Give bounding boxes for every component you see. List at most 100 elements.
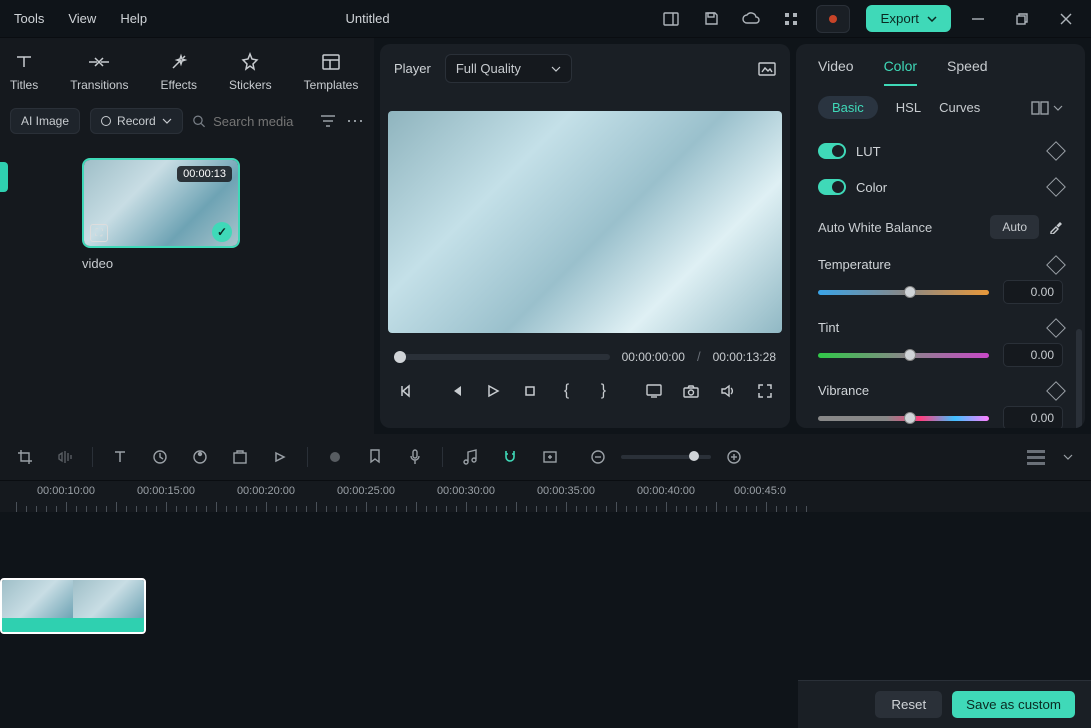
tab-titles[interactable]: Titles (10, 50, 38, 92)
ruler-label: 00:00:35:00 (537, 485, 595, 497)
vibrance-label: Vibrance (818, 383, 869, 398)
marker-tool[interactable] (362, 444, 388, 470)
subtab-hsl[interactable]: HSL (896, 100, 921, 115)
tint-slider[interactable] (818, 353, 989, 358)
close-button[interactable] (1049, 4, 1083, 34)
vibrance-value[interactable]: 0.00 (1003, 406, 1063, 428)
color-tool[interactable] (187, 444, 213, 470)
display-icon[interactable] (643, 378, 666, 404)
scrub-bar[interactable] (394, 354, 610, 360)
ruler-label: 00:00:40:00 (637, 485, 695, 497)
step-back-button[interactable] (445, 378, 468, 404)
temperature-label: Temperature (818, 257, 891, 272)
recording-indicator[interactable] (816, 5, 850, 33)
more-tools[interactable] (267, 444, 293, 470)
lut-reset-icon[interactable] (1046, 141, 1066, 161)
magnet-tool[interactable] (497, 444, 523, 470)
ruler-label: 00:00:30:00 (437, 485, 495, 497)
zoom-out[interactable] (585, 444, 611, 470)
mic-tool[interactable] (402, 444, 428, 470)
filter-icon[interactable] (320, 114, 336, 128)
lut-toggle[interactable] (818, 143, 846, 159)
mark-out-button[interactable]: } (592, 378, 615, 404)
more-icon[interactable]: ⋯ (346, 111, 364, 132)
temperature-reset-icon[interactable] (1046, 255, 1066, 275)
vibrance-reset-icon[interactable] (1046, 381, 1066, 401)
tab-templates[interactable]: Templates (304, 50, 359, 92)
record-button[interactable]: Record (90, 108, 183, 134)
media-name: video (82, 256, 364, 271)
awb-label: Auto White Balance (818, 220, 932, 235)
mark-in-button[interactable]: { (555, 378, 578, 404)
maximize-button[interactable] (1005, 4, 1039, 34)
crop-tool[interactable] (12, 444, 38, 470)
color-toggle[interactable] (818, 179, 846, 195)
frame-tool[interactable] (537, 444, 563, 470)
effects-icon (166, 50, 192, 74)
reset-button[interactable]: Reset (875, 691, 942, 718)
timeline-clip[interactable] (0, 578, 146, 634)
subtab-curves[interactable]: Curves (939, 100, 980, 115)
tab-effects[interactable]: Effects (160, 50, 196, 92)
timeline-ruler[interactable]: 00:00:10:0000:00:15:0000:00:20:0000:00:2… (0, 480, 1091, 512)
quality-select[interactable]: Full Quality (445, 54, 572, 83)
audio-tool[interactable] (52, 444, 78, 470)
camera-icon[interactable] (680, 378, 703, 404)
text-tool[interactable] (107, 444, 133, 470)
tab-speed[interactable]: Speed (947, 58, 987, 86)
ai-image-label: AI Image (21, 114, 69, 128)
volume-icon[interactable] (716, 378, 739, 404)
tab-transitions[interactable]: Transitions (70, 50, 128, 92)
auto-button[interactable]: Auto (990, 215, 1039, 239)
preview-video[interactable] (388, 111, 782, 333)
vibrance-slider[interactable] (818, 416, 989, 421)
grid-icon[interactable] (776, 4, 806, 34)
snapshot-icon[interactable] (758, 62, 776, 76)
cloud-icon[interactable] (736, 4, 766, 34)
save-icon[interactable] (696, 4, 726, 34)
eyedropper-icon[interactable] (1049, 220, 1063, 234)
zoom-in[interactable] (721, 444, 747, 470)
sidebar-collapse-handle[interactable] (0, 162, 8, 192)
chevron-down-icon[interactable] (1063, 454, 1073, 460)
export-button[interactable]: Export (866, 5, 951, 32)
subtab-basic[interactable]: Basic (818, 96, 878, 119)
play-button[interactable] (482, 378, 505, 404)
preview-panel: Player Full Quality 00:00:00:00 / 00:00:… (380, 44, 790, 428)
track-view-toggle[interactable] (1023, 446, 1049, 469)
layout-icon[interactable] (656, 4, 686, 34)
speed-tool[interactable] (147, 444, 173, 470)
record-label: Record (117, 114, 156, 128)
keyframe-tool[interactable] (322, 444, 348, 470)
color-reset-icon[interactable] (1046, 177, 1066, 197)
music-tool[interactable] (457, 444, 483, 470)
prev-frame-button[interactable] (394, 378, 417, 404)
media-thumbnail[interactable]: 00:00:13 ⛶ ✓ (82, 158, 240, 248)
menu-tools[interactable]: Tools (14, 11, 44, 26)
minimize-button[interactable] (961, 4, 995, 34)
menu-help[interactable]: Help (120, 11, 147, 26)
document-title: Untitled (346, 11, 390, 26)
tab-video[interactable]: Video (818, 58, 854, 86)
mask-tool[interactable] (227, 444, 253, 470)
media-panel: Titles Transitions Effects Stickers Temp… (0, 38, 374, 434)
tab-stickers[interactable]: Stickers (229, 50, 272, 92)
scrollbar[interactable] (1076, 329, 1082, 428)
search-input[interactable] (213, 114, 310, 129)
tint-value[interactable]: 0.00 (1003, 343, 1063, 367)
zoom-slider[interactable] (621, 455, 711, 459)
player-label: Player (394, 61, 431, 76)
tab-color[interactable]: Color (884, 58, 917, 86)
fullscreen-icon[interactable] (753, 378, 776, 404)
compare-icon[interactable] (1031, 101, 1049, 115)
temperature-value[interactable]: 0.00 (1003, 280, 1063, 304)
stop-button[interactable] (518, 378, 541, 404)
save-custom-button[interactable]: Save as custom (952, 691, 1075, 718)
thumbnail-duration: 00:00:13 (177, 166, 232, 182)
tint-reset-icon[interactable] (1046, 318, 1066, 338)
ai-image-button[interactable]: AI Image (10, 108, 80, 134)
temperature-slider[interactable] (818, 290, 989, 295)
expand-icon[interactable]: ⛶ (90, 224, 108, 242)
chevron-down-icon[interactable] (1053, 105, 1063, 111)
menu-view[interactable]: View (68, 11, 96, 26)
